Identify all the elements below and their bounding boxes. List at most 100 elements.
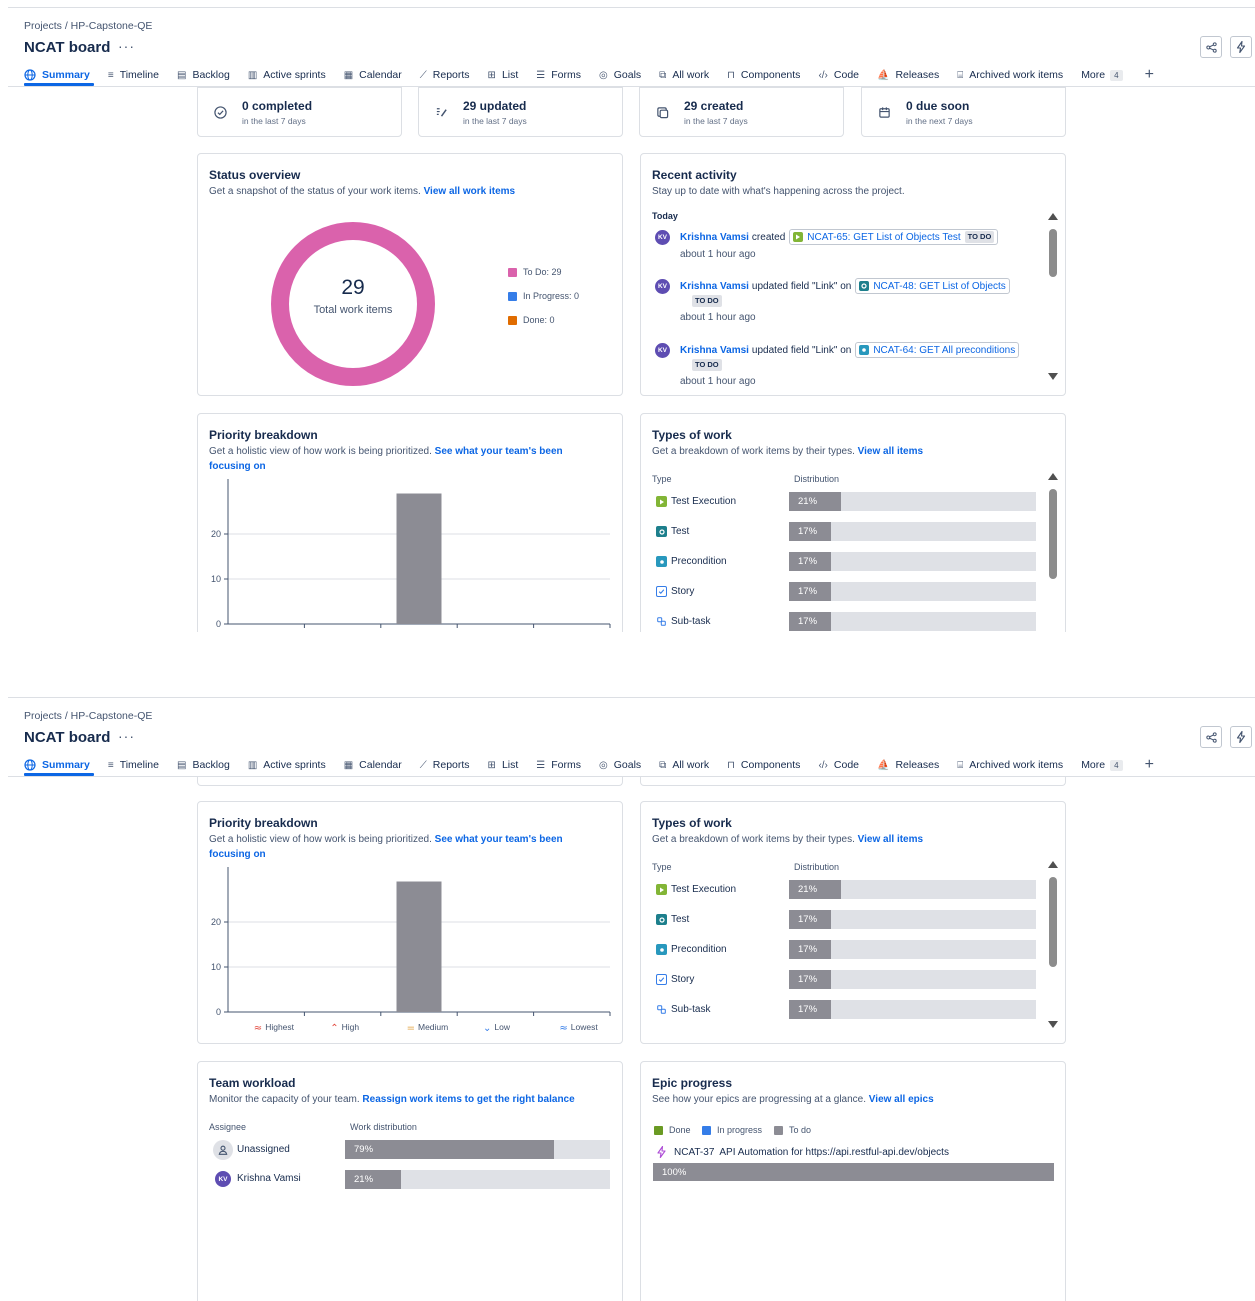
distribution-bar[interactable]: 21% bbox=[789, 492, 1036, 511]
tab-active-sprints[interactable]: ▥ Active sprints bbox=[248, 759, 326, 771]
tab-label: Summary bbox=[42, 759, 90, 771]
view-all-work-items-link[interactable]: View all work items bbox=[424, 186, 516, 197]
legend-item-done[interactable]: Done: 0 bbox=[508, 315, 555, 325]
tab-all-work[interactable]: ⧉ All work bbox=[659, 759, 709, 771]
epic-progress-bar[interactable]: 100% bbox=[653, 1163, 1054, 1181]
bar-medium[interactable] bbox=[396, 493, 442, 625]
distribution-bar[interactable]: 17% bbox=[789, 582, 1036, 601]
tab-summary[interactable]: Summary bbox=[24, 759, 90, 771]
distribution-bar[interactable]: 17% bbox=[789, 910, 1036, 929]
tab-archived[interactable]: ⌸ Archived work items bbox=[957, 69, 1063, 81]
tab-reports[interactable]: ⟋ Reports bbox=[420, 69, 470, 81]
legend-item-in-progress[interactable]: In Progress: 0 bbox=[508, 291, 579, 301]
activity-scrollbar[interactable] bbox=[1048, 213, 1058, 380]
tab-calendar[interactable]: ▦ Calendar bbox=[344, 759, 402, 771]
scroll-thumb[interactable] bbox=[1049, 229, 1057, 277]
tab-list[interactable]: ⊞ List bbox=[488, 69, 519, 81]
tab-code[interactable]: ‹/› Code bbox=[818, 759, 859, 771]
tab-timeline[interactable]: ≡ Timeline bbox=[108, 69, 159, 81]
tab-list[interactable]: ⊞ List bbox=[488, 759, 519, 771]
issue-chip[interactable]: NCAT-48: GET List of Objects bbox=[855, 278, 1010, 294]
workload-bar[interactable]: 21% bbox=[345, 1170, 610, 1189]
types-scrollbar[interactable] bbox=[1048, 861, 1058, 1028]
card-title: Recent activity bbox=[652, 168, 737, 182]
breadcrumb[interactable]: Projects / HP-Capstone-QE bbox=[24, 710, 152, 722]
tab-label: List bbox=[501, 759, 519, 771]
automation-button[interactable] bbox=[1230, 726, 1252, 748]
stat-card-due-soon[interactable]: 0 due soon in the next 7 days bbox=[861, 87, 1066, 137]
add-tab-button[interactable]: + bbox=[1145, 66, 1154, 84]
user-link[interactable]: Krishna Vamsi bbox=[680, 281, 749, 292]
issue-chip[interactable]: NCAT-65: GET List of Objects Test TO DO bbox=[789, 229, 999, 245]
view-all-items-link[interactable]: View all items bbox=[858, 834, 923, 845]
view-all-items-link[interactable]: View all items bbox=[858, 446, 923, 457]
tab-forms[interactable]: ☰ Forms bbox=[536, 759, 581, 771]
tab-forms[interactable]: ☰ Forms bbox=[536, 69, 581, 81]
tab-more[interactable]: More 4 bbox=[1081, 759, 1123, 771]
distribution-bar[interactable]: 17% bbox=[789, 612, 1036, 631]
issue-chip[interactable]: NCAT-64: GET All preconditions bbox=[855, 342, 1020, 358]
distribution-bar[interactable]: 17% bbox=[789, 1000, 1036, 1019]
avatar[interactable]: KV bbox=[655, 230, 670, 245]
tab-calendar[interactable]: ▦ Calendar bbox=[344, 69, 402, 81]
tab-goals[interactable]: ◎ Goals bbox=[599, 759, 641, 771]
tab-label: Timeline bbox=[119, 69, 159, 81]
tab-releases[interactable]: ⛵ Releases bbox=[877, 69, 939, 81]
distribution-bar[interactable]: 17% bbox=[789, 970, 1036, 989]
stat-card-completed[interactable]: 0 completed in the last 7 days bbox=[197, 87, 402, 137]
assignee-name[interactable]: Unassigned bbox=[237, 1144, 290, 1155]
tab-components[interactable]: ⊓ Components bbox=[727, 759, 800, 771]
legend-item-todo[interactable]: To Do: 29 bbox=[508, 267, 562, 277]
tab-reports[interactable]: ⟋ Reports bbox=[420, 759, 470, 771]
user-link[interactable]: Krishna Vamsi bbox=[680, 232, 749, 243]
avatar[interactable]: KV bbox=[655, 279, 670, 294]
scroll-up-icon[interactable] bbox=[1048, 213, 1058, 220]
scroll-up-icon[interactable] bbox=[1048, 861, 1058, 868]
user-link[interactable]: Krishna Vamsi bbox=[680, 345, 749, 356]
share-button[interactable] bbox=[1200, 36, 1222, 58]
scroll-up-icon[interactable] bbox=[1048, 473, 1058, 480]
avatar[interactable]: KV bbox=[215, 1171, 231, 1187]
tab-archived[interactable]: ⌸ Archived work items bbox=[957, 759, 1063, 771]
tab-releases[interactable]: ⛵ Releases bbox=[877, 759, 939, 771]
automation-button[interactable] bbox=[1230, 36, 1252, 58]
scroll-thumb[interactable] bbox=[1049, 489, 1057, 579]
more-options-button[interactable]: ··· bbox=[118, 38, 135, 54]
tab-more[interactable]: More 4 bbox=[1081, 69, 1123, 81]
share-button[interactable] bbox=[1200, 726, 1222, 748]
scroll-down-icon[interactable] bbox=[1048, 1021, 1058, 1028]
more-options-button[interactable]: ··· bbox=[118, 728, 135, 744]
tab-components[interactable]: ⊓ Components bbox=[727, 69, 800, 81]
tab-summary[interactable]: Summary bbox=[24, 69, 90, 81]
stat-card-updated[interactable]: 29 updated in the last 7 days bbox=[418, 87, 623, 137]
avatar[interactable]: KV bbox=[655, 343, 670, 358]
scroll-thumb[interactable] bbox=[1049, 877, 1057, 967]
distribution-bar[interactable]: 21% bbox=[789, 880, 1036, 899]
distribution-bar[interactable]: 17% bbox=[789, 940, 1036, 959]
tab-backlog[interactable]: ▤ Backlog bbox=[177, 759, 230, 771]
scroll-down-icon[interactable] bbox=[1048, 373, 1058, 380]
reassign-work-items-link[interactable]: Reassign work items to get the right bal… bbox=[362, 1094, 574, 1105]
tab-code[interactable]: ‹/› Code bbox=[818, 69, 859, 81]
view-all-epics-link[interactable]: View all epics bbox=[869, 1094, 934, 1105]
workload-bar[interactable]: 79% bbox=[345, 1140, 610, 1159]
types-scrollbar[interactable] bbox=[1048, 473, 1058, 632]
distribution-bar[interactable]: 17% bbox=[789, 552, 1036, 571]
tab-goals[interactable]: ◎ Goals bbox=[599, 69, 641, 81]
tab-label: Goals bbox=[613, 69, 642, 81]
tab-timeline[interactable]: ≡ Timeline bbox=[108, 759, 159, 771]
stat-card-created[interactable]: 29 created in the last 7 days bbox=[639, 87, 844, 137]
donut-total: 29 bbox=[341, 276, 365, 299]
distribution-bar[interactable]: 17% bbox=[789, 522, 1036, 541]
highest-priority-icon: ≈ bbox=[254, 1023, 262, 1034]
status-lozenge: TO DO bbox=[692, 359, 722, 371]
tab-backlog[interactable]: ▤ Backlog bbox=[177, 69, 230, 81]
tab-active-sprints[interactable]: ▥ Active sprints bbox=[248, 69, 326, 81]
bar-percent: 17% bbox=[798, 944, 818, 955]
bar-medium[interactable] bbox=[396, 881, 442, 1013]
tab-all-work[interactable]: ⧉ All work bbox=[659, 69, 709, 81]
add-tab-button[interactable]: + bbox=[1145, 756, 1154, 774]
assignee-name[interactable]: Krishna Vamsi bbox=[237, 1173, 301, 1184]
epic-row[interactable]: NCAT-37 API Automation for https://api.r… bbox=[656, 1146, 949, 1158]
breadcrumb[interactable]: Projects / HP-Capstone-QE bbox=[24, 20, 152, 32]
